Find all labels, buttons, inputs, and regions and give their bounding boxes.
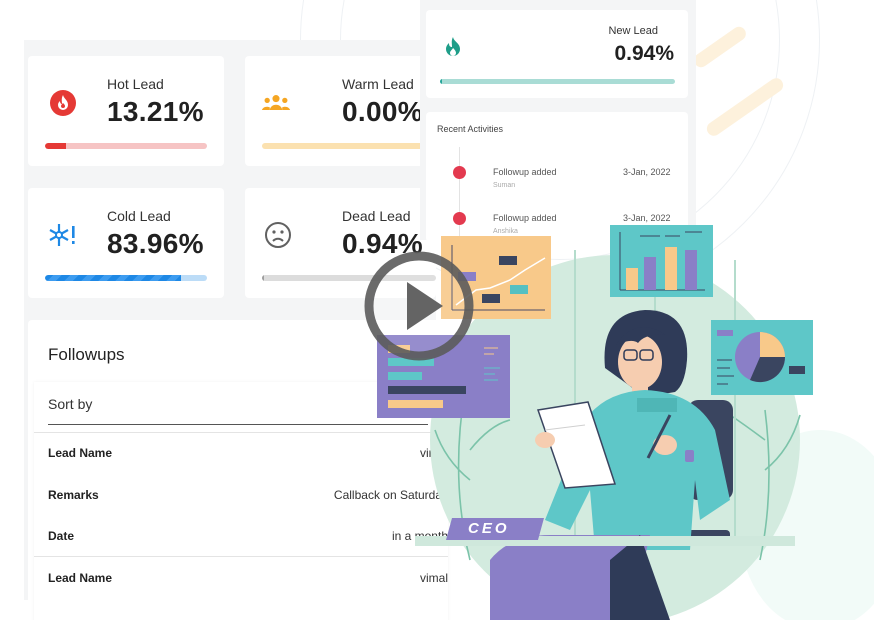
timeline-dot bbox=[453, 166, 466, 179]
new-lead-label: New Lead bbox=[608, 25, 658, 37]
decor-blob bbox=[740, 430, 874, 620]
row-value: vimal bbox=[419, 446, 448, 460]
snowflake-icon bbox=[48, 220, 78, 250]
hot-lead-value: 13.21% bbox=[107, 96, 204, 127]
warm-lead-value: 0.00% bbox=[342, 96, 423, 127]
new-lead-card[interactable]: New Lead 0.94% bbox=[426, 10, 688, 98]
row-key: Remarks bbox=[48, 488, 99, 502]
cold-lead-progress-fill bbox=[45, 275, 181, 281]
sad-face-icon bbox=[263, 220, 293, 250]
fire-icon bbox=[48, 88, 78, 118]
ceo-nameplate: CEO bbox=[468, 520, 510, 537]
row-key: Lead Name bbox=[48, 446, 113, 460]
sort-by-select[interactable]: Sort by bbox=[48, 396, 428, 425]
followups-list: Sort by Lead Name vimal Remarks Callback… bbox=[34, 382, 448, 620]
play-button[interactable] bbox=[363, 250, 475, 362]
cold-lead-card[interactable]: Cold Lead 83.96% bbox=[28, 188, 224, 298]
row-value: vimal bbox=[419, 571, 448, 585]
warm-lead-progress bbox=[262, 143, 436, 149]
followups-title: Followups bbox=[48, 345, 125, 364]
hot-lead-progress bbox=[45, 143, 207, 149]
row-value: Callback on Saturday bbox=[333, 488, 448, 502]
activity-date: 3-Jan, 2022 bbox=[623, 167, 671, 177]
row-key: Date bbox=[48, 529, 75, 543]
cold-lead-label: Cold Lead bbox=[107, 208, 171, 224]
recent-activities-card: Recent Activities Followup added Suman 3… bbox=[426, 112, 688, 242]
table-row: Remarks Callback on Saturday bbox=[34, 474, 448, 514]
row-key: Lead Name bbox=[48, 571, 113, 585]
ceo-person bbox=[490, 310, 730, 620]
recent-activities-title: Recent Activities bbox=[437, 124, 504, 134]
warm-lead-label: Warm Lead bbox=[342, 76, 414, 92]
pie-chart-card bbox=[711, 320, 813, 395]
activity-action: Followup added bbox=[493, 167, 557, 177]
new-lead-value: 0.94% bbox=[614, 42, 674, 65]
activity-action: Followup added bbox=[493, 213, 557, 223]
table-row: Date in a month bbox=[34, 515, 448, 555]
cold-lead-progress bbox=[45, 275, 207, 281]
hot-lead-card[interactable]: Hot Lead 13.21% bbox=[28, 56, 224, 166]
timeline-line bbox=[459, 147, 460, 242]
followups-card: Followups Sort by Lead Name vimal Remark… bbox=[28, 320, 448, 620]
group-icon bbox=[261, 88, 291, 118]
office-chair bbox=[650, 400, 733, 544]
dead-lead-label: Dead Lead bbox=[342, 208, 411, 224]
row-value: in a month bbox=[391, 529, 448, 543]
activity-user: Suman bbox=[493, 182, 516, 189]
play-icon bbox=[364, 251, 474, 361]
activity-date: 3-Jan, 2022 bbox=[623, 213, 671, 223]
flame-icon bbox=[444, 36, 462, 63]
activity-user: Anshika bbox=[493, 228, 518, 235]
hot-lead-progress-fill bbox=[45, 143, 67, 149]
cold-lead-value: 83.96% bbox=[107, 228, 204, 259]
hot-lead-label: Hot Lead bbox=[107, 76, 164, 92]
new-lead-progress-fill bbox=[440, 79, 443, 84]
new-lead-progress bbox=[440, 79, 675, 84]
table-row: Lead Name vimal bbox=[34, 557, 448, 597]
warm-lead-card[interactable]: Warm Lead 0.00% bbox=[245, 56, 436, 166]
table-row: Lead Name vimal bbox=[34, 432, 448, 472]
dead-lead-progress-fill bbox=[262, 275, 264, 281]
timeline-dot bbox=[453, 212, 466, 225]
